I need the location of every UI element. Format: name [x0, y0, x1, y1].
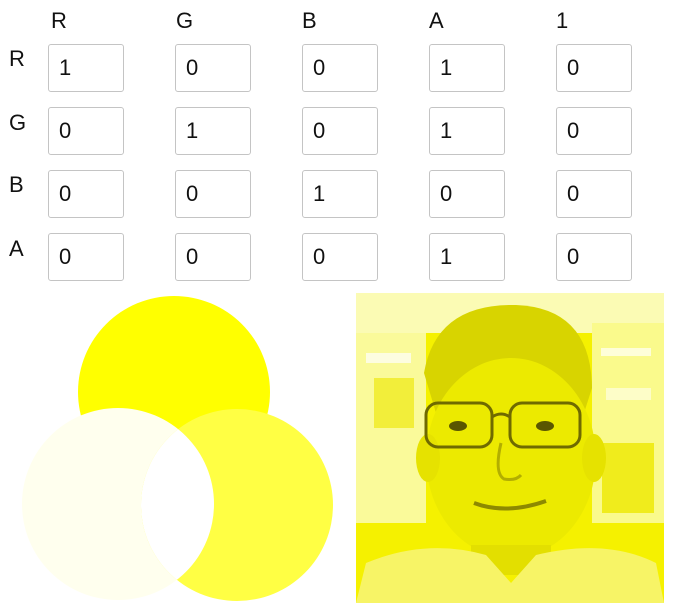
column-header-g: G — [176, 8, 194, 33]
matrix-cell-g-a[interactable] — [429, 107, 505, 155]
column-header-a: A — [429, 8, 444, 33]
circle-overlap — [141, 409, 214, 600]
matrix-cell-a-g[interactable] — [175, 233, 251, 281]
matrix-cell-a-a[interactable] — [429, 233, 505, 281]
matrix-cell-g-r[interactable] — [48, 107, 124, 155]
matrix-cell-g-g[interactable] — [175, 107, 251, 155]
matrix-cell-b-g[interactable] — [175, 170, 251, 218]
matrix-cell-r-offset[interactable] — [556, 44, 632, 92]
row-header-a: A — [9, 236, 24, 261]
matrix-cell-r-b[interactable] — [302, 44, 378, 92]
matrix-cell-a-offset[interactable] — [556, 233, 632, 281]
matrix-cell-a-b[interactable] — [302, 233, 378, 281]
matrix-cell-g-b[interactable] — [302, 107, 378, 155]
matrix-cell-g-offset[interactable] — [556, 107, 632, 155]
matrix-cell-r-g[interactable] — [175, 44, 251, 92]
venn-preview — [22, 296, 338, 606]
column-header-offset: 1 — [556, 8, 569, 33]
matrix-cell-b-offset[interactable] — [556, 170, 632, 218]
matrix-cell-r-a[interactable] — [429, 44, 505, 92]
person-photo — [356, 293, 664, 603]
matrix-cell-b-r[interactable] — [48, 170, 124, 218]
matrix-cell-b-b[interactable] — [302, 170, 378, 218]
color-matrix-editor: R G B A 1 R G B A — [0, 0, 675, 612]
row-header-b: B — [9, 172, 24, 197]
column-header-r: R — [51, 8, 67, 33]
matrix-cell-r-r[interactable] — [48, 44, 124, 92]
column-header-b: B — [302, 8, 317, 33]
row-header-r: R — [9, 46, 25, 71]
photo-preview — [356, 293, 664, 603]
matrix-cell-b-a[interactable] — [429, 170, 505, 218]
matrix-cell-a-r[interactable] — [48, 233, 124, 281]
row-header-g: G — [9, 110, 27, 135]
